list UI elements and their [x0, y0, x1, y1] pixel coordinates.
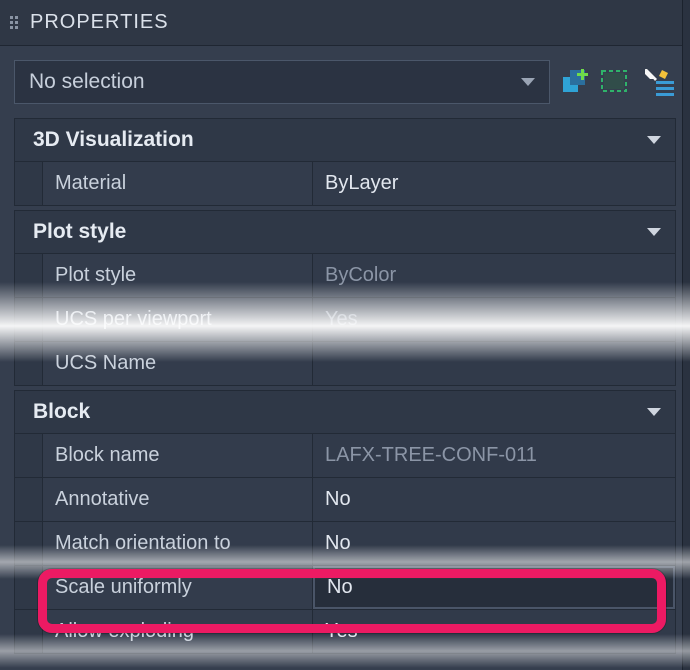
row-indent [15, 478, 43, 521]
property-value[interactable]: No [313, 522, 675, 565]
property-row-material[interactable]: Material ByLayer [14, 162, 676, 206]
property-row-ucs-name[interactable]: UCS Name [14, 342, 676, 386]
group-title: Block [33, 400, 90, 424]
group-title: Plot style [33, 220, 126, 244]
row-indent [15, 298, 43, 341]
property-value: LAFX-TREE-CONF-011 [313, 434, 675, 477]
add-selection-icon[interactable] [560, 66, 592, 98]
chevron-down-icon [647, 408, 661, 416]
property-label: Annotative [43, 478, 313, 521]
property-value: ByColor [313, 254, 675, 297]
property-row-ucs-per-viewport[interactable]: UCS per viewport Yes [14, 298, 676, 342]
property-row-allow-exploding[interactable]: Allow exploding Yes [14, 610, 676, 654]
property-value[interactable] [313, 342, 675, 385]
properties-content: 3D Visualization Material ByLayer Plot s… [0, 118, 690, 654]
group-header-plot-style[interactable]: Plot style [14, 210, 676, 254]
titlebar[interactable]: PROPERTIES [0, 0, 690, 46]
drag-grip-icon[interactable] [10, 13, 20, 33]
property-label: Scale uniformly [43, 566, 313, 609]
chevron-down-icon [521, 78, 535, 86]
property-value[interactable]: No [313, 478, 675, 521]
property-row-scale-uniformly[interactable]: Scale uniformly No [14, 566, 676, 610]
toolbar-icons [560, 66, 676, 98]
row-indent [15, 434, 43, 477]
properties-panel: PROPERTIES No selection [0, 0, 690, 670]
row-indent [15, 522, 43, 565]
property-label: Block name [43, 434, 313, 477]
object-type-selector[interactable]: No selection [14, 60, 550, 104]
property-label: UCS per viewport [43, 298, 313, 341]
group-title: 3D Visualization [33, 128, 194, 152]
panel-resize-edge[interactable] [682, 0, 690, 670]
toolbar: No selection [0, 46, 690, 114]
group-header-block[interactable]: Block [14, 390, 676, 434]
property-label: Material [43, 162, 313, 205]
row-indent [15, 162, 43, 205]
property-row-match-orientation[interactable]: Match orientation to No [14, 522, 676, 566]
property-row-block-name[interactable]: Block name LAFX-TREE-CONF-011 [14, 434, 676, 478]
selector-value: No selection [29, 70, 145, 94]
chevron-down-icon [647, 228, 661, 236]
property-label: Match orientation to [43, 522, 313, 565]
row-indent [15, 566, 43, 609]
property-value: Yes [313, 298, 675, 341]
property-value[interactable]: ByLayer [313, 162, 675, 205]
property-value[interactable]: Yes [313, 610, 675, 653]
row-indent [15, 254, 43, 297]
property-label: Allow exploding [43, 610, 313, 653]
row-indent [15, 342, 43, 385]
panel-title: PROPERTIES [30, 11, 169, 34]
property-row-annotative[interactable]: Annotative No [14, 478, 676, 522]
property-row-plot-style[interactable]: Plot style ByColor [14, 254, 676, 298]
chevron-down-icon [647, 136, 661, 144]
quick-select-icon[interactable] [600, 66, 634, 98]
property-label: UCS Name [43, 342, 313, 385]
property-label: Plot style [43, 254, 313, 297]
row-indent [15, 610, 43, 653]
property-value[interactable]: No [313, 566, 675, 609]
group-header-3d-visualization[interactable]: 3D Visualization [14, 118, 676, 162]
properties-settings-icon[interactable] [642, 66, 676, 98]
